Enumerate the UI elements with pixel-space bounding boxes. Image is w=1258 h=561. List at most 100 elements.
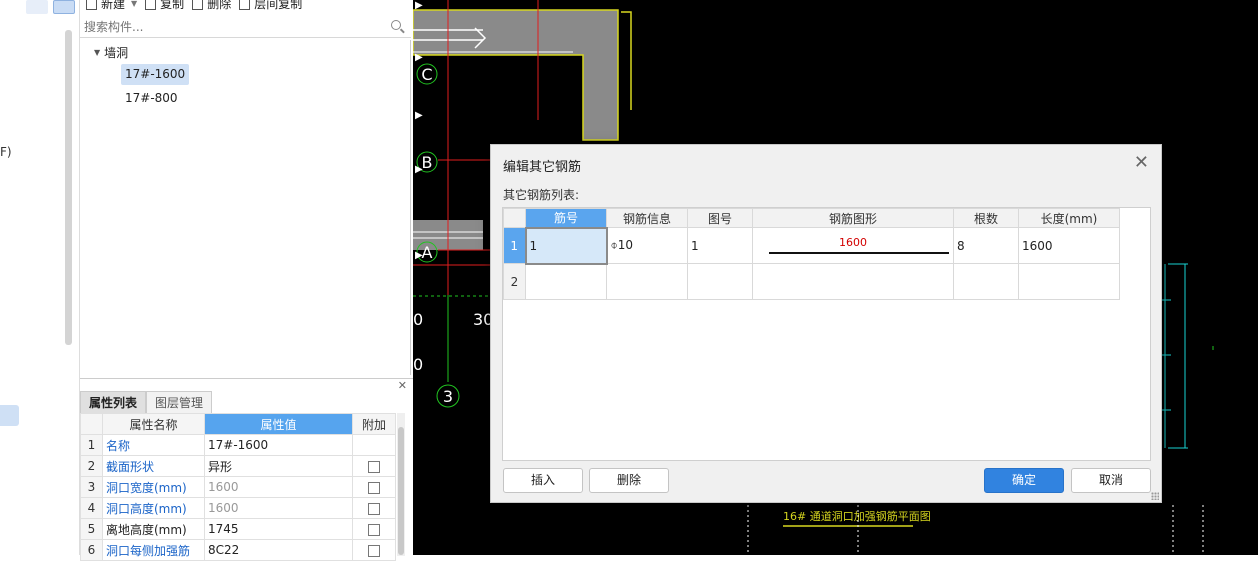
extra-checkbox[interactable]	[368, 460, 380, 473]
row-header[interactable]: 2	[503, 263, 526, 300]
cell-count[interactable]	[953, 263, 1019, 300]
copy-button[interactable]: 复制	[145, 0, 184, 10]
column-header[interactable]: 根数	[953, 208, 1019, 228]
property-value[interactable]: 1600	[204, 476, 353, 498]
chevron-down-icon[interactable]: ▼	[131, 0, 137, 10]
property-extra	[352, 518, 396, 540]
dialog-subtitle: 其它钢筋列表:	[503, 188, 580, 202]
component-toolbar: 新建 ▼ 复制 删除 层间复制	[80, 0, 413, 14]
cell-figure-no[interactable]: 1	[687, 227, 753, 264]
properties-table: 属性名称 属性值 附加 1 名称 17#-1600 2 截面形状 异形 3 洞口…	[80, 413, 396, 561]
tree-item[interactable]: 17#-1600	[121, 64, 190, 85]
column-header[interactable]: 长度(mm)	[1018, 208, 1120, 228]
axis-label: C	[421, 65, 432, 84]
table-header-row: 筋号 钢筋信息 图号 钢筋图形 根数 长度(mm)	[503, 208, 1120, 228]
row-number: 5	[80, 518, 103, 540]
column-header[interactable]: 钢筋信息	[606, 208, 688, 228]
floor-copy-button-label: 层间复制	[254, 0, 303, 11]
cell-rebar-shape[interactable]	[752, 263, 954, 300]
property-name: 洞口宽度(mm)	[102, 476, 205, 498]
property-extra	[352, 455, 396, 477]
caret-down-icon[interactable]: ▼	[94, 48, 100, 57]
table-header-row: 属性名称 属性值 附加	[80, 413, 396, 435]
property-value[interactable]: 异形	[204, 455, 353, 477]
axis-label: 3	[443, 387, 453, 406]
edge-marker: ▶	[415, 52, 423, 63]
new-button-label: 新建	[101, 0, 126, 11]
cell-bar-no[interactable]: 1	[524, 226, 608, 265]
column-header-value[interactable]: 属性值	[204, 413, 353, 435]
new-file-icon	[86, 0, 97, 10]
tree-item[interactable]: 17#-800	[121, 88, 182, 109]
property-name: 截面形状	[102, 455, 205, 477]
table-row[interactable]: 3 洞口宽度(mm) 1600	[80, 476, 396, 498]
row-number: 1	[80, 434, 103, 456]
cell-length[interactable]: 1600	[1018, 227, 1120, 264]
dimension-label: 0	[413, 355, 423, 374]
close-icon[interactable]: ✕	[1134, 152, 1149, 173]
edit-other-rebar-dialog: 编辑其它钢筋 ✕ 其它钢筋列表: 筋号 钢筋信息 图号 钢筋图形 根数 长度(m…	[490, 144, 1162, 503]
floor-copy-button[interactable]: 层间复制	[239, 0, 302, 10]
resize-grip-icon[interactable]	[1151, 492, 1159, 500]
table-row[interactable]: 1 1 ⌽10 1 1600 8 1600	[503, 226, 1120, 265]
column-header-extra: 附加	[352, 413, 396, 435]
new-button[interactable]: 新建 ▼	[86, 0, 137, 10]
cell-count[interactable]: 8	[953, 227, 1019, 264]
cell-figure-no[interactable]	[687, 263, 753, 300]
table-row[interactable]: 6 洞口每侧加强筋 8C22	[80, 539, 396, 561]
property-value[interactable]: 17#-1600	[204, 434, 353, 456]
cell-length[interactable]	[1018, 263, 1120, 300]
row-number: 3	[80, 476, 103, 498]
row-header[interactable]: 1	[503, 227, 526, 264]
table-row[interactable]: 4 洞口高度(mm) 1600	[80, 497, 396, 519]
extra-checkbox[interactable]	[368, 481, 380, 494]
column-header[interactable]: 图号	[687, 208, 753, 228]
table-row[interactable]: 2 截面形状 异形	[80, 455, 396, 477]
rebar-grid-container: 筋号 钢筋信息 图号 钢筋图形 根数 长度(mm) 1 1 ⌽10 1 1600	[502, 207, 1151, 461]
search-icon[interactable]	[391, 20, 401, 30]
edge-marker: ▶	[415, 110, 423, 121]
delete-button[interactable]: 删除	[192, 0, 231, 10]
component-panel: 新建 ▼ 复制 删除 层间复制 ▼ 墙洞 17#-1600 17#-800	[80, 0, 413, 378]
tab-property-list[interactable]: 属性列表	[80, 391, 147, 413]
property-value[interactable]: 8C22	[204, 539, 353, 561]
insert-button[interactable]: 插入	[503, 468, 583, 493]
properties-panel: ✕ 属性列表 图层管理 属性名称 属性值 附加 1 名称 17#-1600 2 …	[80, 378, 413, 561]
property-value[interactable]: 1745	[204, 518, 353, 540]
cancel-button[interactable]: 取消	[1071, 468, 1151, 493]
tab-layer-management[interactable]: 图层管理	[146, 391, 213, 413]
list-view-icon[interactable]	[26, 0, 48, 14]
left-nav-scrollbar[interactable]	[65, 30, 72, 345]
column-header-corner	[503, 208, 526, 228]
close-icon[interactable]: ✕	[398, 379, 407, 392]
cell-rebar-shape[interactable]: 1600	[752, 227, 954, 264]
cell-rebar-info[interactable]: ⌽10	[606, 227, 688, 264]
cell-rebar-info[interactable]	[606, 263, 688, 300]
table-row[interactable]: 5 离地高度(mm) 1745	[80, 518, 396, 540]
property-value[interactable]: 1600	[204, 497, 353, 519]
component-search	[80, 16, 411, 38]
dimension-label: 0	[413, 310, 423, 329]
extra-checkbox[interactable]	[368, 523, 380, 536]
column-header[interactable]: 钢筋图形	[752, 208, 954, 228]
extra-checkbox[interactable]	[368, 502, 380, 515]
tree-view-icon[interactable]	[53, 0, 75, 14]
property-name: 离地高度(mm)	[102, 518, 205, 540]
tree-group-wall-opening[interactable]: ▼ 墙洞	[94, 44, 128, 61]
scrollbar-thumb[interactable]	[398, 427, 404, 555]
cell-bar-no[interactable]	[525, 263, 607, 300]
drawing-title: 16# 通道洞口加强钢筋平面图	[783, 509, 931, 523]
column-header[interactable]: 筋号	[525, 208, 607, 228]
table-row[interactable]: 1 名称 17#-1600	[80, 434, 396, 456]
axis-label: B	[422, 153, 433, 172]
ok-button[interactable]: 确定	[984, 468, 1064, 493]
column-header-index	[80, 413, 103, 435]
table-row[interactable]: 2	[503, 263, 1120, 300]
property-name: 名称	[102, 434, 205, 456]
search-input[interactable]	[80, 16, 380, 38]
row-number: 4	[80, 497, 103, 519]
nav-selected-item[interactable]	[0, 405, 19, 426]
nav-item-label[interactable]: F)	[0, 145, 12, 159]
properties-scrollbar[interactable]	[397, 413, 405, 556]
delete-row-button[interactable]: 删除	[589, 468, 669, 493]
